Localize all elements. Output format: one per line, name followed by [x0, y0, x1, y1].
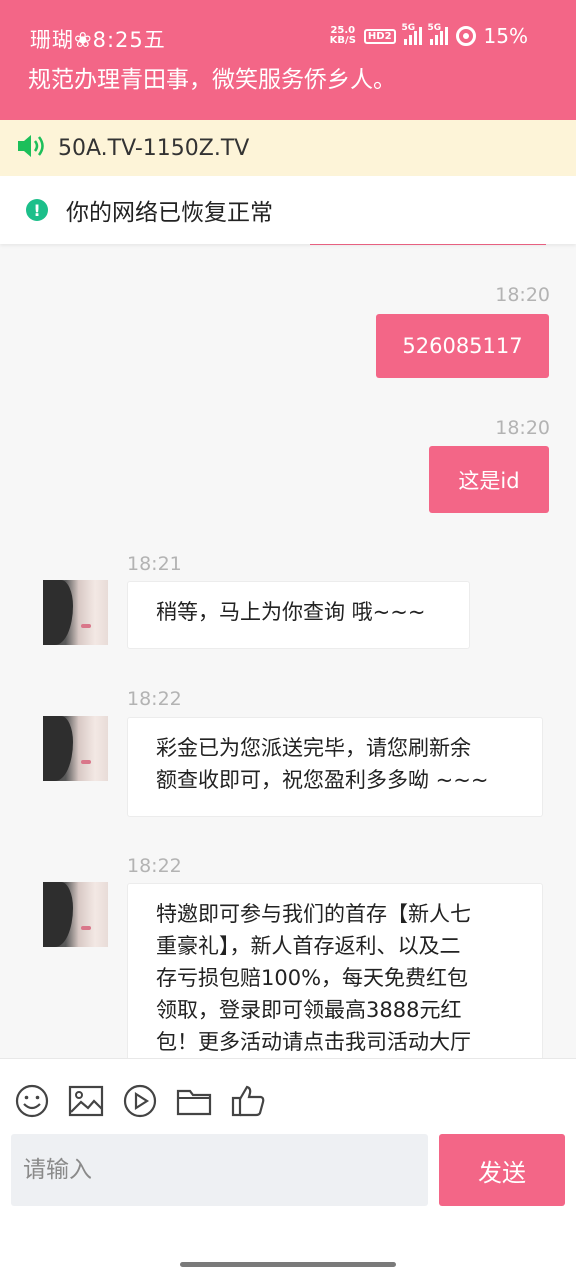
hd-icon: HD2 [364, 29, 396, 44]
chat-message-list[interactable]: 18:20 526085117 18:20 这是id 18:21 稍等，马上为你… [0, 244, 576, 1058]
battery-percent: 15% [484, 24, 528, 48]
message-line: 重豪礼】，新人首存返利、以及二 [156, 930, 514, 962]
message-line: 特邀即可参与我们的首存【新人七 [156, 898, 514, 930]
message-timestamp: 18:22 [127, 855, 182, 877]
network-status-text: 你的网络已恢复正常 [66, 193, 273, 227]
message-timestamp: 18:20 [495, 284, 550, 306]
message-timestamp: 18:20 [495, 417, 550, 439]
message-line: 存亏损包赔100%，每天免费红包 [156, 962, 514, 994]
status-bar-right: 25.0 KB/S HD2 5G 5G 15% [330, 24, 528, 48]
message-line: 额查收即可，祝您盈利多多呦 ~~~ [156, 764, 514, 796]
image-icon[interactable] [68, 1083, 104, 1119]
signal-icon: 5G [404, 27, 422, 45]
page-title: 规范办理青田事，微笑服务侨乡人。 [28, 60, 396, 94]
message-timestamp: 18:22 [127, 688, 182, 710]
message-bubble-incoming[interactable]: 稍等，马上为你查询 哦~~~ [127, 581, 470, 649]
message-timestamp: 18:21 [127, 553, 182, 575]
message-line: 彩金已为您派送完毕，请您刷新余 [156, 732, 514, 764]
video-icon[interactable] [122, 1083, 158, 1119]
signal-label: 5G [402, 23, 416, 33]
check-circle-icon: ! [26, 199, 48, 221]
message-bubble-incoming[interactable]: 特邀即可参与我们的首存【新人七 重豪礼】，新人首存返利、以及二 存亏损包赔100… [127, 883, 543, 1058]
app-header: 珊瑚❀8:25五 25.0 KB/S HD2 5G 5G 15% 规范办理青田事… [0, 0, 576, 120]
avatar[interactable] [43, 716, 108, 781]
avatar[interactable] [43, 580, 108, 645]
signal-label-2: 5G [428, 23, 442, 33]
signal-icon-2: 5G [430, 27, 448, 45]
notice-bar[interactable]: 50A.TV-1150Z.TV [0, 120, 576, 176]
home-indicator[interactable] [180, 1262, 396, 1267]
battery-saver-icon [456, 26, 476, 46]
send-button[interactable]: 发送 [439, 1134, 565, 1206]
message-bubble-incoming[interactable]: 彩金已为您派送完毕，请您刷新余 额查收即可，祝您盈利多多呦 ~~~ [127, 717, 543, 817]
message-line: 包！更多活动请点击我司活动大厅 [156, 1026, 514, 1058]
speaker-icon [16, 133, 48, 163]
network-status-banner: ! 你的网络已恢复正常 [0, 176, 576, 244]
emoji-icon[interactable] [14, 1083, 50, 1119]
network-speed-unit: KB/S [330, 36, 356, 46]
message-bubble-outgoing[interactable]: 526085117 [376, 314, 549, 378]
message-bubble-outgoing[interactable]: 这是id [429, 446, 549, 513]
folder-icon[interactable] [176, 1083, 212, 1119]
message-input[interactable] [11, 1134, 428, 1206]
notice-text: 50A.TV-1150Z.TV [58, 136, 249, 161]
message-input-box[interactable] [11, 1134, 428, 1206]
avatar[interactable] [43, 882, 108, 947]
thumbs-up-icon[interactable] [230, 1083, 266, 1119]
message-line: 领取，登录即可领最高3888元红 [156, 994, 514, 1026]
network-speed: 25.0 KB/S [330, 26, 356, 46]
status-bar-left: 珊瑚❀8:25五 [30, 24, 166, 54]
